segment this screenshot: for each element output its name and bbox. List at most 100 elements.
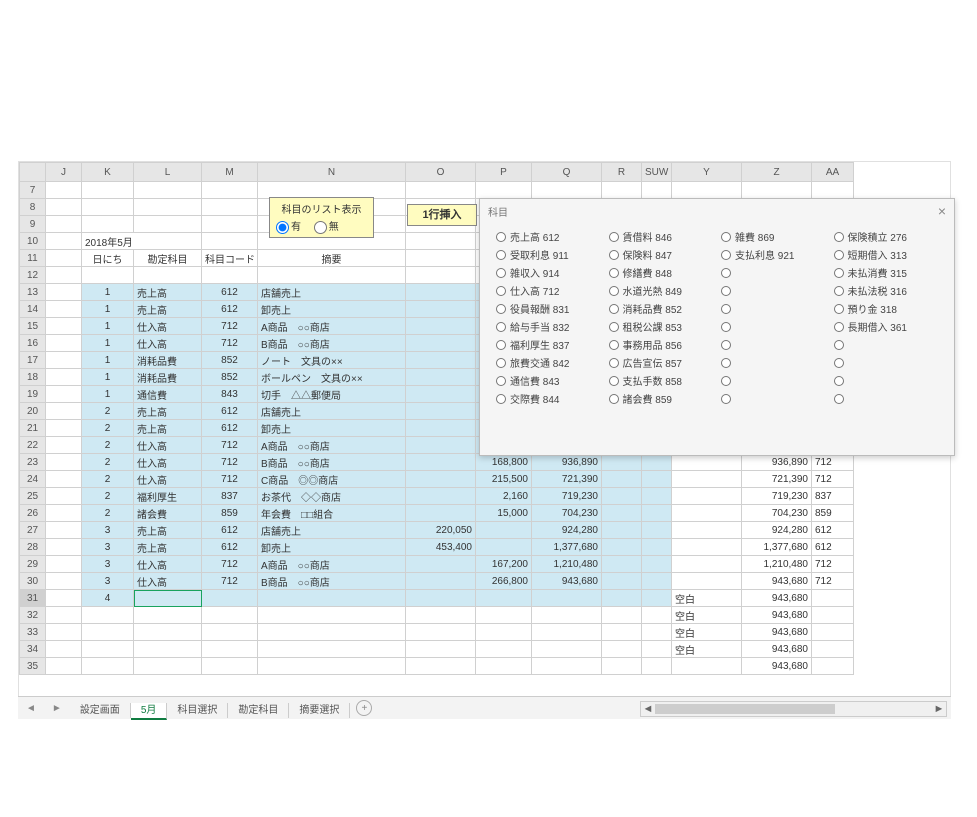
header-desc[interactable]: 摘要: [258, 250, 406, 267]
cell[interactable]: 943,680: [742, 607, 812, 624]
horizontal-scrollbar[interactable]: ◄ ►: [640, 701, 947, 717]
scroll-thumb[interactable]: [655, 704, 835, 714]
code-cell[interactable]: 843: [202, 386, 258, 403]
subject-cell[interactable]: 福利厚生: [134, 488, 202, 505]
tab-nav-next-icon[interactable]: ►: [44, 703, 70, 714]
code-cell[interactable]: 712: [202, 573, 258, 590]
cell[interactable]: [642, 624, 672, 641]
cell[interactable]: [532, 641, 602, 658]
header-code[interactable]: 科目コード: [202, 250, 258, 267]
cell[interactable]: [46, 267, 82, 284]
day-cell[interactable]: 1: [82, 386, 134, 403]
cell[interactable]: [258, 658, 406, 675]
cell[interactable]: [46, 369, 82, 386]
day-cell[interactable]: 1: [82, 352, 134, 369]
cell[interactable]: [812, 607, 854, 624]
cell[interactable]: [406, 590, 476, 607]
row-header[interactable]: 22: [20, 437, 46, 454]
subject-cell[interactable]: 売上高: [134, 284, 202, 301]
cell[interactable]: [46, 590, 82, 607]
subject-option[interactable]: 諸会費 859: [609, 391, 714, 406]
row-header[interactable]: 9: [20, 216, 46, 233]
cell[interactable]: [202, 216, 258, 233]
cell[interactable]: 837: [812, 488, 854, 505]
subject-option[interactable]: 福利厚生 837: [496, 337, 601, 352]
cell[interactable]: [642, 573, 672, 590]
subject-option[interactable]: [834, 373, 939, 388]
day-cell[interactable]: 2: [82, 403, 134, 420]
subject-option[interactable]: 事務用品 856: [609, 337, 714, 352]
cell[interactable]: [46, 216, 82, 233]
cell[interactable]: [642, 505, 672, 522]
cell[interactable]: [134, 216, 202, 233]
subject-option[interactable]: 売上高 612: [496, 229, 601, 244]
cell[interactable]: [642, 658, 672, 675]
subject-option[interactable]: 受取利息 911: [496, 247, 601, 262]
day-cell[interactable]: [82, 641, 134, 658]
subject-option[interactable]: 預り金 318: [834, 301, 939, 316]
cell[interactable]: [672, 471, 742, 488]
subject-option[interactable]: 役員報酬 831: [496, 301, 601, 316]
cell[interactable]: [46, 420, 82, 437]
cell[interactable]: 721,390: [532, 471, 602, 488]
day-cell[interactable]: 2: [82, 488, 134, 505]
cell[interactable]: [642, 471, 672, 488]
cell[interactable]: [602, 573, 642, 590]
row-header[interactable]: 30: [20, 573, 46, 590]
cell[interactable]: [406, 301, 476, 318]
code-cell[interactable]: 852: [202, 369, 258, 386]
cell[interactable]: [406, 471, 476, 488]
cell[interactable]: [642, 641, 672, 658]
cell[interactable]: 712: [812, 556, 854, 573]
cell[interactable]: [406, 573, 476, 590]
cell[interactable]: [134, 658, 202, 675]
day-cell[interactable]: 3: [82, 573, 134, 590]
cell[interactable]: 719,230: [532, 488, 602, 505]
cell[interactable]: [476, 182, 532, 199]
cell[interactable]: [82, 216, 134, 233]
day-cell[interactable]: 2: [82, 454, 134, 471]
code-cell[interactable]: 712: [202, 454, 258, 471]
row-header[interactable]: 25: [20, 488, 46, 505]
subject-option[interactable]: [721, 391, 826, 406]
cell[interactable]: 612: [812, 539, 854, 556]
cell[interactable]: 859: [812, 505, 854, 522]
cell[interactable]: [812, 641, 854, 658]
cell[interactable]: [258, 607, 406, 624]
subject-cell[interactable]: 売上高: [134, 301, 202, 318]
code-cell[interactable]: 612: [202, 403, 258, 420]
cell[interactable]: [406, 318, 476, 335]
row-header[interactable]: 12: [20, 267, 46, 284]
subject-option[interactable]: 租税公課 853: [609, 319, 714, 334]
subject-option[interactable]: 旅費交通 842: [496, 355, 601, 370]
cell[interactable]: [602, 539, 642, 556]
cell[interactable]: [476, 624, 532, 641]
cell[interactable]: [602, 590, 642, 607]
desc-cell[interactable]: 店舗売上: [258, 284, 406, 301]
day-cell[interactable]: 2: [82, 471, 134, 488]
cell[interactable]: 220,050: [406, 522, 476, 539]
cell[interactable]: [46, 471, 82, 488]
cell[interactable]: [532, 590, 602, 607]
cell[interactable]: [46, 352, 82, 369]
cell[interactable]: [476, 607, 532, 624]
sheet-tab[interactable]: 5月: [131, 703, 168, 720]
desc-cell[interactable]: ノート 文具の××: [258, 352, 406, 369]
cell[interactable]: [202, 182, 258, 199]
cell[interactable]: 15,000: [476, 505, 532, 522]
day-cell[interactable]: 1: [82, 369, 134, 386]
cell[interactable]: [742, 182, 812, 199]
row-header[interactable]: 16: [20, 335, 46, 352]
cell[interactable]: [46, 624, 82, 641]
row-header[interactable]: 21: [20, 420, 46, 437]
subject-option[interactable]: 賃借料 846: [609, 229, 714, 244]
cell[interactable]: [642, 556, 672, 573]
cell[interactable]: [602, 471, 642, 488]
cell[interactable]: [406, 624, 476, 641]
column-header[interactable]: N: [258, 163, 406, 182]
column-header[interactable]: O: [406, 163, 476, 182]
subject-option[interactable]: 消耗品費 852: [609, 301, 714, 316]
subject-option[interactable]: 短期借入 313: [834, 247, 939, 262]
cell[interactable]: [46, 658, 82, 675]
day-cell[interactable]: [82, 607, 134, 624]
